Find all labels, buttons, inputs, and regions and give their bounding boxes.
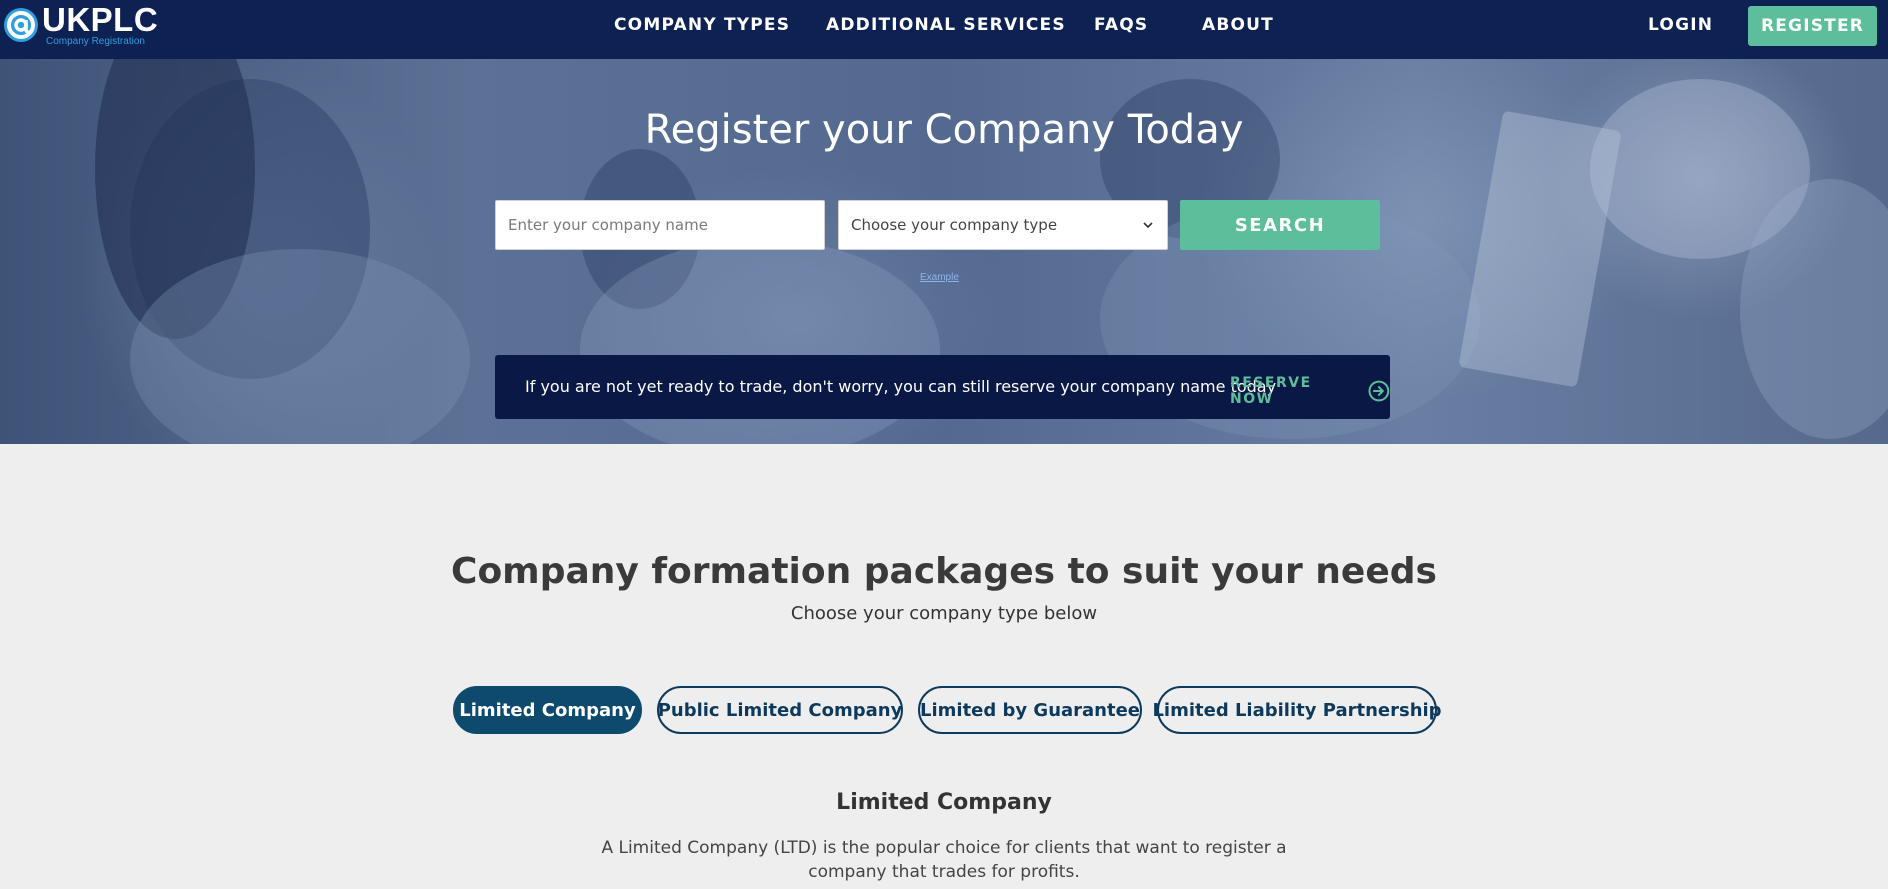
reserve-now-link[interactable]: RESERVE NOW (1230, 375, 1390, 407)
site-logo[interactable]: UKPLC Company Registration (2, 3, 158, 47)
nav-company-types[interactable]: COMPANY TYPES (614, 15, 790, 35)
logo-tagline: Company Registration (46, 36, 145, 47)
circle-arrow-right-icon (1368, 380, 1390, 402)
chevron-down-icon (1143, 222, 1153, 229)
tab-public-limited-company[interactable]: Public Limited Company (657, 686, 903, 734)
package-description: A Limited Company (LTD) is the popular c… (601, 838, 1287, 882)
reserve-name-banner: If you are not yet ready to trade, don't… (495, 355, 1390, 419)
site-header: UKPLC Company Registration COMPANY TYPES… (0, 0, 1888, 59)
nav-faqs[interactable]: FAQS (1094, 15, 1148, 35)
example-link[interactable]: Example (920, 272, 959, 283)
company-type-select[interactable]: Choose your company type (838, 200, 1168, 250)
logo-wordmark: UKPLC (42, 1, 159, 38)
search-button[interactable]: SEARCH (1180, 200, 1380, 250)
at-sign-icon (4, 8, 38, 42)
tab-limited-company[interactable]: Limited Company (453, 686, 642, 734)
hero-title: Register your Company Today (644, 107, 1244, 153)
packages-subtitle: Choose your company type below (790, 603, 1098, 624)
login-link[interactable]: LOGIN (1648, 15, 1713, 35)
tab-limited-by-guarantee[interactable]: Limited by Guarantee (918, 686, 1142, 734)
nav-about[interactable]: ABOUT (1202, 15, 1274, 35)
company-type-selected-value: Choose your company type (851, 216, 1058, 234)
packages-title: Company formation packages to suit your … (451, 551, 1437, 592)
register-button[interactable]: REGISTER (1748, 6, 1877, 46)
nav-additional-services[interactable]: ADDITIONAL SERVICES (826, 15, 1066, 35)
company-name-input[interactable] (495, 200, 825, 250)
hero-banner: Register your Company Today Choose your … (0, 59, 1888, 444)
reserve-message: If you are not yet ready to trade, don't… (525, 377, 1277, 396)
package-title: Limited Company (836, 790, 1052, 815)
reserve-now-label: RESERVE NOW (1230, 375, 1312, 407)
tab-limited-liability-partnership[interactable]: Limited Liability Partnership (1152, 686, 1442, 734)
